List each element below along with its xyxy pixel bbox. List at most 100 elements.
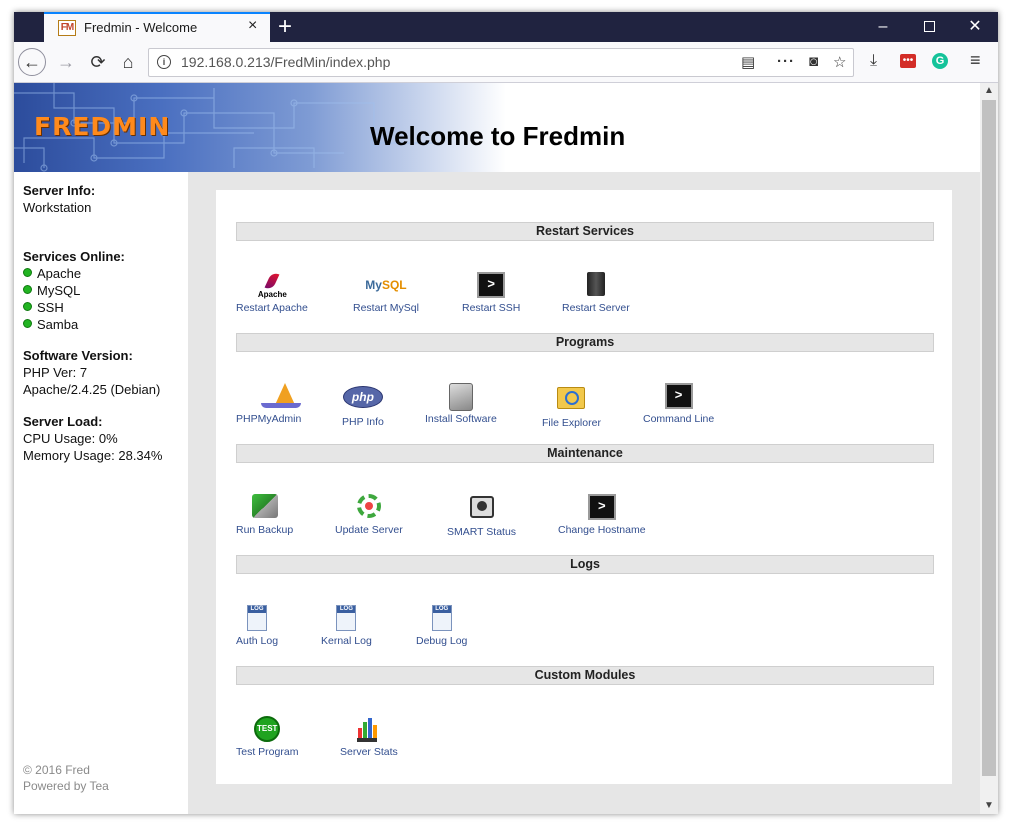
tab-active-indicator: [44, 12, 270, 14]
hard-disk-icon: [468, 496, 496, 522]
server-load-heading: Server Load:: [23, 414, 103, 429]
forward-button[interactable]: →: [52, 48, 80, 76]
reader-view-icon[interactable]: ▤: [741, 53, 755, 71]
maximize-button[interactable]: [906, 12, 952, 42]
terminal-icon: >: [664, 383, 693, 409]
bookmark-star-icon[interactable]: ☆: [833, 53, 846, 71]
auth-log-link[interactable]: LOG Auth Log: [236, 605, 278, 647]
pocket-icon[interactable]: ◙: [809, 53, 818, 70]
page-header: FREDMIN Welcome to Fredmin: [14, 83, 980, 172]
copyright-text: © 2016 Fred: [23, 763, 90, 777]
service-label: Samba: [37, 317, 79, 332]
module-label: Change Hostname: [558, 524, 646, 536]
scroll-thumb[interactable]: [982, 100, 996, 776]
service-mysql: MySQL: [23, 282, 125, 299]
module-label: Install Software: [425, 413, 497, 425]
module-label: Restart MySql: [353, 302, 419, 314]
module-label: Run Backup: [236, 524, 294, 536]
update-server-link[interactable]: Update Server: [335, 494, 403, 536]
service-label: Apache: [37, 266, 82, 281]
update-gear-icon: [355, 494, 383, 520]
new-tab-button[interactable]: +: [278, 13, 292, 41]
test-program-link[interactable]: TEST Test Program: [236, 716, 298, 758]
section-logs: Logs: [236, 555, 934, 574]
section-restart-services: Restart Services: [236, 222, 934, 241]
folder-magnifier-icon: [557, 387, 586, 413]
service-label: MySQL: [37, 283, 81, 298]
section-custom-modules: Custom Modules: [236, 666, 934, 685]
cpu-usage: CPU Usage: 0%: [23, 431, 118, 446]
server-stats-link[interactable]: Server Stats: [340, 716, 398, 758]
module-label: PHP Info: [342, 416, 384, 428]
close-tab-icon[interactable]: ×: [248, 17, 257, 35]
software-heading: Software Version:: [23, 348, 133, 363]
log-file-icon: LOG: [428, 605, 456, 631]
content-panel: Restart Services Apache Restart Apache M…: [216, 190, 952, 784]
scroll-down-icon[interactable]: ▼: [980, 798, 998, 814]
restart-server-link[interactable]: Restart Server: [562, 272, 630, 314]
menu-icon[interactable]: ≡: [970, 50, 981, 71]
online-status-icon: [23, 285, 32, 294]
sidebar: Server Info: Workstation Services Online…: [14, 172, 188, 814]
restart-ssh-link[interactable]: > Restart SSH: [462, 272, 520, 314]
address-bar[interactable]: i 192.168.0.213/FredMin/index.php ▤ ··· …: [148, 48, 854, 77]
restart-apache-link[interactable]: Apache Restart Apache: [236, 271, 308, 314]
apache-feather-icon: Apache: [258, 271, 287, 299]
module-label: Restart Apache: [236, 302, 308, 314]
log-file-icon: LOG: [243, 605, 271, 631]
restart-mysql-link[interactable]: MySQL Restart MySql: [353, 272, 419, 314]
back-button[interactable]: ←: [18, 48, 46, 76]
server-info-value: Workstation: [23, 200, 92, 215]
page-scrollbar[interactable]: ▲ ▼: [980, 83, 998, 814]
change-hostname-link[interactable]: > Change Hostname: [558, 494, 646, 536]
page-title: Welcome to Fredmin: [370, 121, 626, 151]
page-viewport: FREDMIN Welcome to Fredmin Server Info: …: [14, 83, 980, 814]
module-label: Command Line: [643, 413, 715, 425]
debug-log-link[interactable]: LOG Debug Log: [416, 605, 467, 647]
phpmyadmin-link[interactable]: PHPMyAdmin: [236, 383, 301, 425]
tab-fredmin-welcome[interactable]: FM Fredmin - Welcome ×: [44, 12, 270, 42]
module-label: Test Program: [236, 746, 299, 758]
server-info-block: Server Info: Workstation: [23, 182, 95, 216]
server-load-block: Server Load: CPU Usage: 0% Memory Usage:…: [23, 413, 162, 464]
install-software-link[interactable]: Install Software: [425, 383, 497, 425]
lastpass-icon[interactable]: •••: [900, 54, 916, 68]
module-label: SMART Status: [447, 526, 517, 538]
service-samba: Samba: [23, 316, 125, 333]
page-actions-icon[interactable]: ···: [777, 53, 795, 70]
close-window-button[interactable]: ✕: [952, 12, 998, 42]
kernal-log-link[interactable]: LOG Kernal Log: [321, 605, 372, 647]
terminal-icon: >: [477, 272, 506, 298]
module-label: File Explorer: [542, 417, 601, 429]
apache-version: Apache/2.4.25 (Debian): [23, 382, 161, 397]
online-status-icon: [23, 268, 32, 277]
reload-button[interactable]: ⟳: [84, 48, 112, 76]
section-programs: Programs: [236, 333, 934, 352]
software-block: Software Version: PHP Ver: 7 Apache/2.4.…: [23, 347, 160, 398]
fredmin-logo: FREDMIN: [34, 112, 171, 141]
run-backup-link[interactable]: Run Backup: [236, 494, 293, 536]
minimize-button[interactable]: –: [860, 12, 906, 42]
url-text[interactable]: 192.168.0.213/FredMin/index.php: [181, 54, 390, 70]
fredmin-favicon-icon: FM: [58, 20, 76, 36]
title-bar: FM Fredmin - Welcome × + – ✕: [14, 12, 998, 42]
command-line-link[interactable]: > Command Line: [643, 383, 714, 425]
service-label: SSH: [37, 300, 64, 315]
download-icon[interactable]: ⤓: [870, 52, 877, 70]
sidebar-footer: © 2016 Fred Powered by Tea: [23, 762, 109, 794]
module-label: Server Stats: [340, 746, 398, 758]
php-info-link[interactable]: php PHP Info: [342, 383, 384, 428]
smart-status-link[interactable]: SMART Status: [447, 494, 516, 538]
site-info-icon[interactable]: i: [157, 55, 171, 69]
file-explorer-link[interactable]: File Explorer: [542, 383, 601, 429]
services-heading: Services Online:: [23, 249, 125, 264]
tab-title: Fredmin - Welcome: [84, 20, 198, 35]
home-button[interactable]: ⌂: [114, 48, 142, 76]
php-logo-icon: php: [342, 386, 383, 412]
scroll-up-icon[interactable]: ▲: [980, 83, 998, 99]
section-maintenance: Maintenance: [236, 444, 934, 463]
memory-usage: Memory Usage: 28.34%: [23, 448, 163, 463]
grammarly-icon[interactable]: G: [932, 53, 948, 69]
php-version: PHP Ver: 7: [23, 365, 88, 380]
module-label: Kernal Log: [321, 635, 372, 647]
